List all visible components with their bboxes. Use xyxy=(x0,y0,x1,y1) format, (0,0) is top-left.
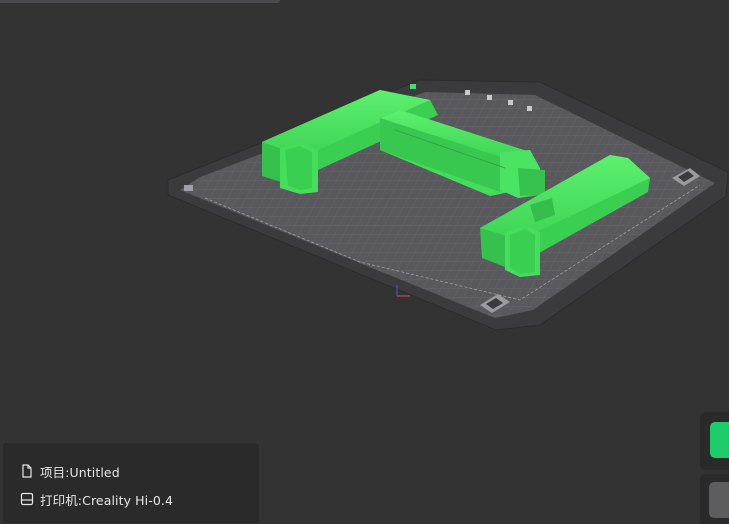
printer-row: 打印机:Creality Hi-0.4 xyxy=(20,490,173,508)
slice-panel xyxy=(700,412,729,470)
printer-name-text: 打印机:Creality Hi-0.4 xyxy=(40,492,174,508)
project-name-text: 项目:Untitled xyxy=(40,464,120,480)
plate-marker-left xyxy=(184,185,193,191)
project-row: 项目:Untitled xyxy=(20,462,120,480)
secondary-panel xyxy=(700,474,729,524)
project-info-panel: 项目:Untitled 打印机:Creality Hi-0.4 xyxy=(3,443,259,523)
file-icon xyxy=(20,464,34,478)
3d-viewport[interactable]: 项目:Untitled 打印机:Creality Hi-0.4 xyxy=(0,0,729,524)
secondary-button[interactable] xyxy=(709,482,729,518)
build-plate-scene[interactable] xyxy=(0,0,729,519)
slice-button[interactable] xyxy=(710,422,729,458)
printer-icon xyxy=(20,492,34,506)
